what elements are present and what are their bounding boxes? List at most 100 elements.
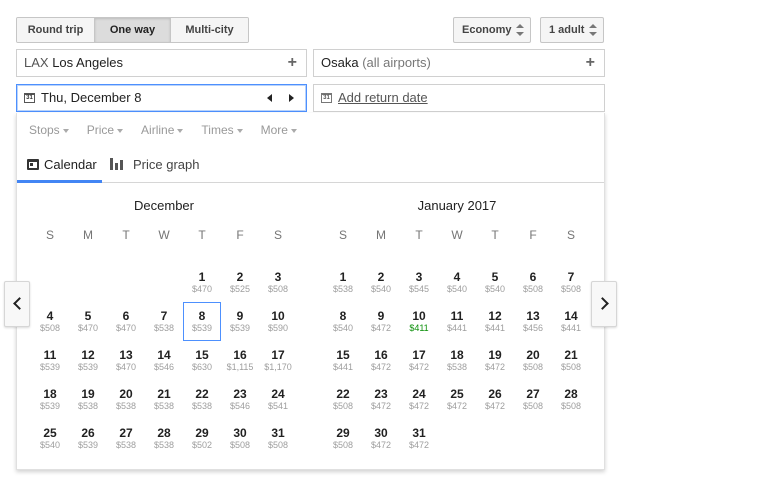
tab-price-graph[interactable]: Price graph [110,153,199,183]
day-number: 8 [339,309,347,323]
calendar-day[interactable]: 3 $508 [259,263,297,302]
calendar-day[interactable]: 1 $470 [183,263,221,302]
destination-field[interactable]: Osaka (all airports) + [313,49,605,77]
calendar-day[interactable]: 1 $538 [324,263,362,302]
calendar-day[interactable]: 28 $508 [552,380,590,419]
add-origin-icon[interactable]: + [288,50,297,76]
calendar-day[interactable]: 15 $441 [324,341,362,380]
calendar-day[interactable]: 17 $1,170 [259,341,297,380]
calendar-day[interactable]: 9 $539 [221,302,259,341]
calendar-day[interactable]: 22 $508 [324,380,362,419]
calendar-day[interactable]: 30 $472 [362,419,400,458]
day-price: $508 [39,323,61,333]
calendar-day[interactable]: 9 $472 [362,302,400,341]
calendar-day[interactable]: 10 $411 [400,302,438,341]
day-price: $540 [370,284,392,294]
day-number: 22 [336,387,350,401]
passengers-select[interactable]: 1 adult [540,17,604,43]
calendar-day-selected[interactable]: 8 $539 [183,302,221,341]
cabin-class-select[interactable]: Economy [453,17,531,43]
calendar-day[interactable]: 4 $540 [438,263,476,302]
calendar-day[interactable]: 3 $545 [400,263,438,302]
day-number: 24 [412,387,426,401]
origin-field[interactable]: LAX Los Angeles + [16,49,307,77]
day-price: $540 [484,284,506,294]
departure-date-field[interactable]: 31 Thu, December 8 [16,84,307,112]
weekday-header: W [158,228,170,242]
calendar-day[interactable]: 14 $546 [145,341,183,380]
calendar-day[interactable]: 4 $508 [31,302,69,341]
filter-price[interactable]: Price [87,123,124,137]
filter-times[interactable]: Times [201,123,243,137]
calendar-day[interactable]: 13 $456 [514,302,552,341]
destination-note: (all airports) [362,55,431,70]
multi-city-button[interactable]: Multi-city [171,18,248,42]
calendar-day[interactable]: 19 $538 [69,380,107,419]
calendar-day[interactable]: 28 $538 [145,419,183,458]
calendar-day[interactable]: 25 $540 [31,419,69,458]
tab-calendar[interactable]: Calendar [17,153,102,183]
calendar-day[interactable]: 24 $541 [259,380,297,419]
calendar-day[interactable]: 13 $470 [107,341,145,380]
day-number: 27 [526,387,540,401]
calendar-day[interactable]: 31 $508 [259,419,297,458]
one-way-button[interactable]: One way [95,18,171,42]
calendar-day[interactable]: 14 $441 [552,302,590,341]
day-price: $472 [370,362,392,372]
return-date-field[interactable]: 31 Add return date [313,84,605,112]
calendar-day[interactable]: 6 $508 [514,263,552,302]
calendar-day[interactable]: 7 $508 [552,263,590,302]
calendar-day[interactable]: 11 $539 [31,341,69,380]
calendar-day[interactable]: 5 $470 [69,302,107,341]
calendar-day[interactable]: 16 $472 [362,341,400,380]
calendar-day[interactable]: 16 $1,115 [221,341,259,380]
previous-month-button[interactable] [4,281,30,327]
calendar-day[interactable]: 7 $538 [145,302,183,341]
day-number: 13 [119,348,133,362]
calendar-day[interactable]: 29 $502 [183,419,221,458]
day-price: $508 [229,440,251,450]
calendar-day[interactable]: 25 $472 [438,380,476,419]
calendar-day[interactable]: 27 $538 [107,419,145,458]
calendar-day[interactable]: 20 $538 [107,380,145,419]
calendar-day[interactable]: 21 $508 [552,341,590,380]
calendar-day[interactable]: 27 $508 [514,380,552,419]
calendar-day[interactable]: 12 $539 [69,341,107,380]
filter-airline[interactable]: Airline [141,123,184,137]
calendar-day[interactable]: 31 $472 [400,419,438,458]
calendar-day[interactable]: 30 $508 [221,419,259,458]
calendar-day[interactable]: 23 $546 [221,380,259,419]
calendar-day[interactable]: 29 $508 [324,419,362,458]
calendar-day[interactable]: 12 $441 [476,302,514,341]
calendar-day[interactable]: 26 $539 [69,419,107,458]
calendar-day[interactable]: 10 $590 [259,302,297,341]
round-trip-button[interactable]: Round trip [17,18,95,42]
filter-more[interactable]: More [261,123,298,137]
filter-stops[interactable]: Stops [29,123,69,137]
weekday-header: T [198,228,206,242]
calendar-day[interactable]: 6 $470 [107,302,145,341]
calendar-day[interactable]: 19 $472 [476,341,514,380]
calendar-day[interactable]: 18 $538 [438,341,476,380]
add-destination-icon[interactable]: + [586,50,595,76]
day-number: 31 [412,426,426,440]
calendar-day[interactable]: 22 $538 [183,380,221,419]
calendar-day[interactable]: 2 $525 [221,263,259,302]
next-date-icon[interactable] [289,94,294,102]
calendar-day[interactable]: 24 $472 [400,380,438,419]
calendar-day[interactable]: 17 $472 [400,341,438,380]
next-month-button[interactable] [591,281,617,327]
calendar-day[interactable]: 18 $539 [31,380,69,419]
calendar-day[interactable]: 11 $441 [438,302,476,341]
day-price: $508 [522,401,544,411]
add-return-date-link[interactable]: Add return date [338,90,428,105]
calendar-day[interactable]: 15 $630 [183,341,221,380]
calendar-day[interactable]: 26 $472 [476,380,514,419]
calendar-day[interactable]: 8 $540 [324,302,362,341]
calendar-day[interactable]: 20 $508 [514,341,552,380]
calendar-day[interactable]: 21 $538 [145,380,183,419]
calendar-day[interactable]: 23 $472 [362,380,400,419]
calendar-day[interactable]: 2 $540 [362,263,400,302]
previous-date-icon[interactable] [267,94,272,102]
calendar-day[interactable]: 5 $540 [476,263,514,302]
